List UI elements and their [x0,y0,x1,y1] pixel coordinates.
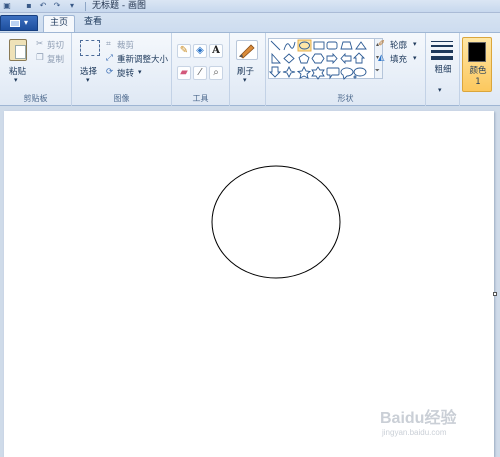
color1-label: 颜色 1 [469,66,487,87]
tools-group-label: 工具 [192,94,209,103]
select-dropdown-icon[interactable]: ▾ [86,76,90,84]
color-picker-icon[interactable]: ⁄ [193,66,207,80]
brushes-dropdown-icon[interactable]: ▾ [243,76,247,84]
title-separator [85,2,86,11]
outline-dropdown-icon[interactable]: ▾ [413,40,417,48]
magnifier-icon[interactable]: ⌕ [209,66,223,80]
watermark: Baidu经验 jingyan.baidu.com [380,398,492,446]
rounded-rectangle-shape-icon [326,41,338,50]
tools-group: ✎ ◈ A ▰ ⁄ ⌕ 工具 [172,33,230,106]
clipboard-group: 粘贴 ▾ ✂ 剪切 ❐ 复制 剪贴板 [0,33,72,106]
outline-icon: ✐ [378,39,386,49]
text-tool-icon[interactable]: A [209,44,223,58]
colors-group: 颜色 1 [460,33,500,106]
fill-button[interactable]: 填充 [390,53,407,65]
oval-callout-shape-icon [340,67,354,80]
polygon-shape-icon [340,41,353,50]
triangle-shape-icon [355,41,367,50]
shapes-group-label: 形状 [337,94,354,103]
five-point-star-shape-icon [296,65,312,79]
right-triangle-shape-icon [271,52,282,64]
left-arrow-shape-icon [340,52,352,65]
cloud-callout-shape-icon [353,67,367,79]
paint-app-icon[interactable]: ▣ [2,1,12,11]
pencil-icon[interactable]: ✎ [177,44,191,58]
shape-gallery[interactable] [268,38,375,80]
color1-button[interactable]: 颜色 1 [462,37,492,92]
cut-icon: ✂ [36,39,44,49]
size-dropdown-icon[interactable]: ▾ [438,86,442,94]
copy-button[interactable]: 复制 [47,53,64,65]
select-icon[interactable] [80,40,100,56]
fill-icon: ◭ [378,53,385,63]
save-icon[interactable]: ▪ [24,1,34,11]
four-point-star-shape-icon [282,65,296,79]
resize-icon: ⤢ [106,53,113,63]
ribbon-tab-row: ▾ 主页 查看 [0,13,500,32]
canvas-resize-handle-right[interactable] [493,292,497,296]
title-bar: ▣ ▪ ↶ ↷ ▾ 无标题 - 画图 [0,0,500,13]
right-arrow-shape-icon [326,52,338,65]
pentagon-shape-icon [298,53,310,64]
color1-swatch [468,42,486,62]
rotate-dropdown-icon[interactable]: ▾ [138,68,142,76]
down-arrow-shape-icon [268,66,282,78]
size-button-label[interactable]: 粗细 [432,65,454,75]
resize-button[interactable]: 重新调整大小 [117,53,168,65]
undo-icon[interactable]: ↶ [38,1,48,11]
brushes-group: 刷子 ▾ [230,33,266,106]
brush-icon[interactable] [236,40,258,60]
outline-button[interactable]: 轮廓 [390,39,407,51]
fill-dropdown-icon[interactable]: ▾ [413,54,417,62]
rounded-callout-shape-icon [326,67,340,80]
eraser-icon[interactable]: ▰ [177,66,191,80]
paste-dropdown-icon[interactable]: ▾ [14,76,18,84]
copy-icon: ❐ [36,53,44,63]
quick-access-dropdown-icon[interactable]: ▾ [67,1,77,11]
ribbon: 粘贴 ▾ ✂ 剪切 ❐ 复制 剪贴板 选择 ▾ ⌗ 裁剪 ⤢ 重新调整大小 ⟳ … [0,32,500,106]
drawn-ellipse [211,165,341,279]
clipboard-group-label: 剪贴板 [23,94,48,103]
redo-icon[interactable]: ↷ [52,1,62,11]
line-width-icon[interactable] [431,40,453,60]
cut-button[interactable]: 剪切 [47,39,64,51]
chevron-down-icon: ▾ [24,18,29,27]
size-group: 粗细 ▾ [426,33,460,106]
window-title: 无标题 - 画图 [92,1,146,11]
shapes-group: ▴ ▾ ⏷ ✐ 轮廓 ▾ ◭ 填充 ▾ 形状 [266,33,426,106]
tab-view[interactable]: 查看 [80,15,106,32]
watermark-brand: Baidu经验 [380,410,457,427]
line-shape-icon [270,40,281,51]
crop-icon: ⌗ [106,39,111,49]
hexagon-shape-icon [311,53,325,64]
crop-button[interactable]: 裁剪 [117,39,134,51]
rectangle-shape-icon [313,41,325,50]
image-group: 选择 ▾ ⌗ 裁剪 ⤢ 重新调整大小 ⟳ 旋转 ▾ 图像 [72,33,172,106]
diamond-shape-icon [283,53,295,64]
six-point-star-shape-icon [311,66,325,80]
rotate-button[interactable]: 旋转 [117,67,134,79]
watermark-url: jingyan.baidu.com [382,428,447,437]
tab-home[interactable]: 主页 [43,15,75,32]
image-group-label: 图像 [113,94,130,103]
curve-shape-icon [283,41,296,51]
paint-menu-button[interactable]: ▾ [0,15,38,31]
paste-icon[interactable] [9,39,27,61]
fill-bucket-icon[interactable]: ◈ [193,44,207,58]
rotate-icon: ⟳ [106,67,114,77]
paint-menu-icon [10,20,20,27]
up-arrow-shape-icon [352,52,366,64]
